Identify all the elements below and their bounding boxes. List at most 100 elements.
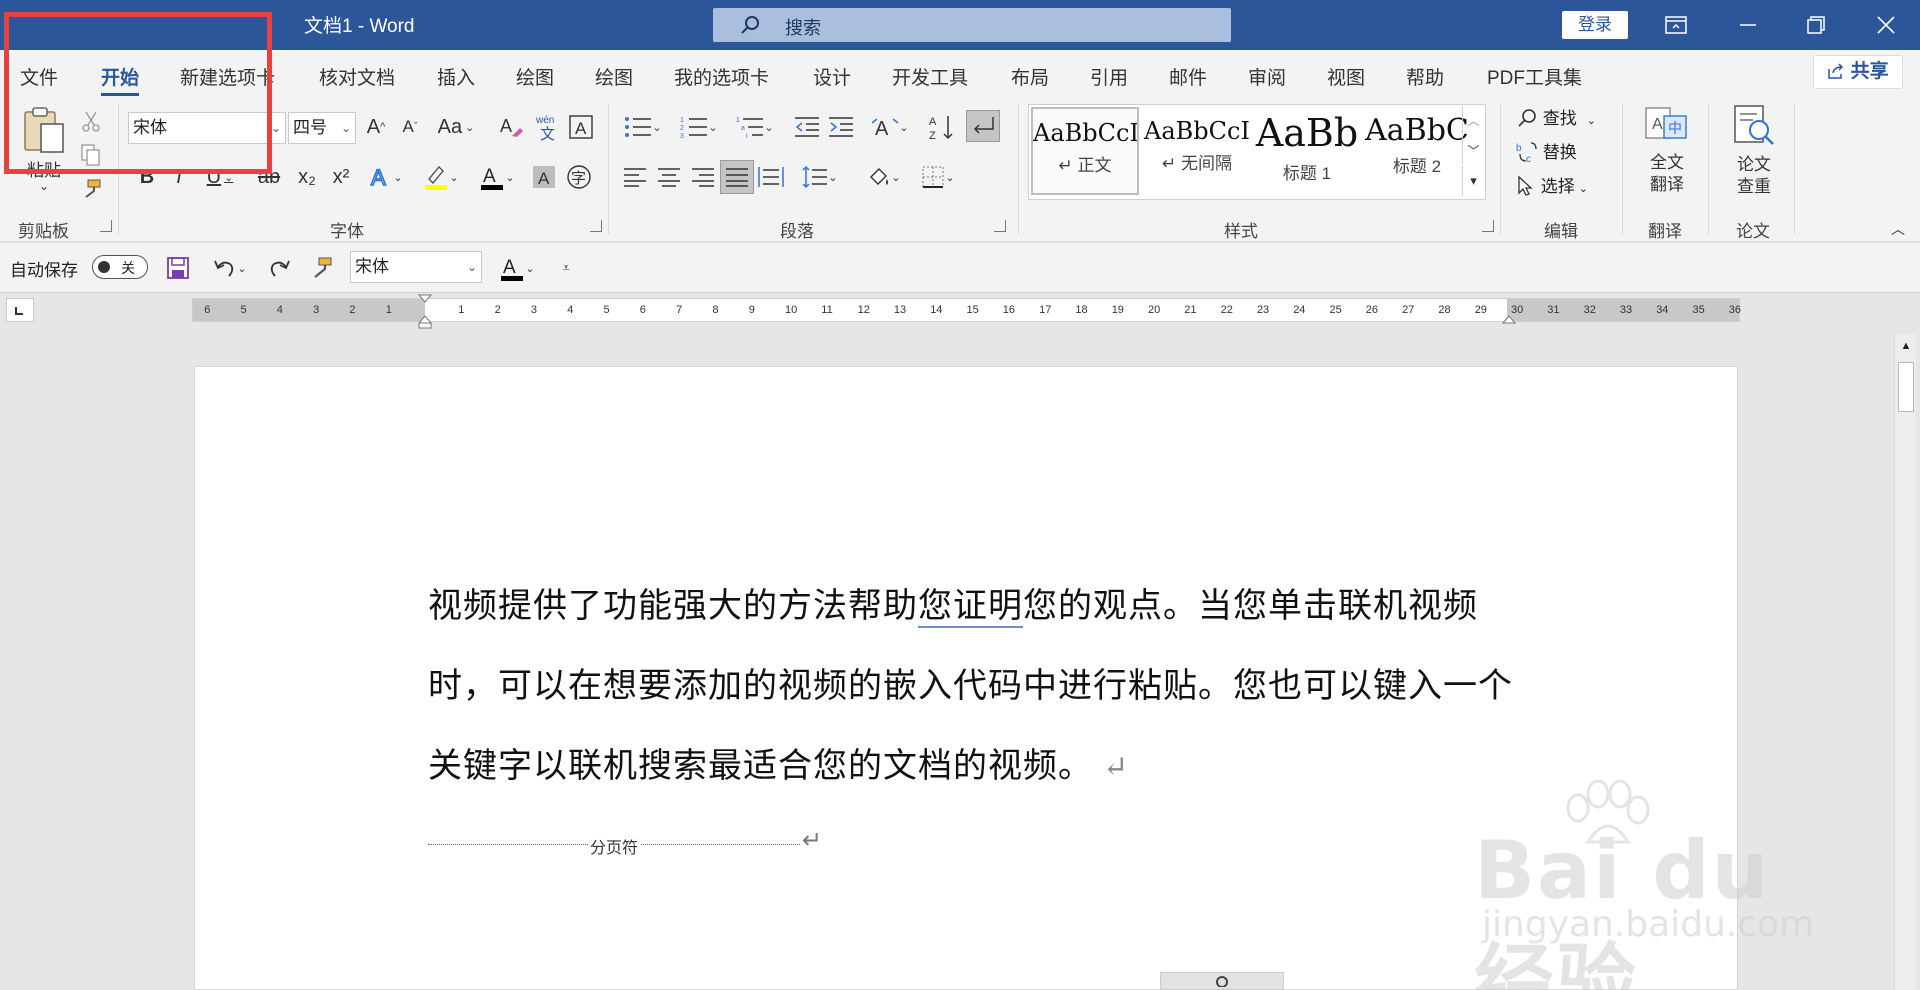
clear-formatting-button[interactable]: A [496, 112, 526, 142]
editing-group-label: 编辑 [1544, 222, 1578, 241]
find-button[interactable]: 查找 ⌄ [1516, 104, 1616, 132]
indent-markers-icon[interactable] [417, 293, 433, 329]
horizontal-ruler[interactable]: 6 5 4 3 2 1 1 2 3 4 5 6 7 8 9 10 11 12 13 14 15 16 17 18 19 20 21 2… [192, 294, 1742, 329]
tab-help[interactable]: 帮助 [1406, 63, 1444, 90]
replace-button[interactable]: bc 替换 [1516, 138, 1616, 166]
tab-draw[interactable]: 绘图 [516, 63, 554, 90]
document-paragraph[interactable]: 视频提供了功能强大的方法帮助您证明您的观点。当您单击联机视频时，可以在想要添加的… [428, 566, 1518, 808]
ribbon-display-options-button[interactable] [1642, 0, 1710, 50]
tab-mailings[interactable]: 邮件 [1169, 63, 1207, 90]
undo-button[interactable]: ⌄ [206, 253, 254, 283]
tab-my-tab[interactable]: 我的选项卡 [674, 63, 769, 90]
distributed-icon [758, 167, 784, 187]
styles-more-icon[interactable]: ▾ [1462, 166, 1484, 196]
paragraph-launcher-icon[interactable] [994, 220, 1006, 232]
tab-draw-2[interactable]: 绘图 [595, 63, 633, 90]
font-color-button[interactable]: A ⌄ [474, 162, 520, 192]
font-size-combo[interactable]: 四号 ⌄ [288, 112, 356, 144]
styles-scroll-down-icon[interactable]: ﹀ [1462, 136, 1484, 164]
bullets-button[interactable]: ⌄ [618, 112, 668, 142]
tab-layout[interactable]: 布局 [1011, 63, 1049, 90]
select-button[interactable]: 选择 ⌄ [1516, 172, 1616, 200]
qat-font-combo[interactable]: 宋体 ⌄ [350, 251, 482, 283]
chinese-layout-button[interactable]: A ⌄ [866, 112, 914, 142]
format-painter-button[interactable] [78, 176, 104, 202]
tab-selector[interactable] [6, 298, 34, 322]
ruler-number: 36 [1728, 304, 1742, 316]
clipboard-launcher-icon[interactable] [100, 220, 112, 232]
style-no-spacing[interactable]: AaBbCcI ↵ 无间隔 [1143, 107, 1251, 195]
qat-font-color-button[interactable]: A ⌄ [494, 253, 540, 283]
styles-scroll-up-icon[interactable]: ︿ [1462, 106, 1484, 134]
paragraph-text-1: 视频提供了功能强大的方法帮助 [428, 586, 918, 626]
subscript-button[interactable]: x₂ [292, 162, 322, 192]
increase-indent-button[interactable] [826, 112, 856, 142]
right-indent-marker-icon[interactable] [1501, 311, 1517, 325]
left-tab-icon [15, 307, 23, 315]
ruler-number: 2 [494, 304, 501, 316]
restore-button[interactable] [1782, 0, 1850, 50]
floating-toolbar-peek[interactable] [1160, 972, 1284, 990]
vertical-scrollbar[interactable]: ▲ [1894, 334, 1916, 990]
styles-launcher-icon[interactable] [1482, 220, 1494, 232]
tab-developer[interactable]: 开发工具 [892, 63, 968, 90]
tab-insert[interactable]: 插入 [437, 63, 475, 90]
tab-design[interactable]: 设计 [813, 63, 851, 90]
autosave-toggle[interactable]: 关 [92, 255, 148, 279]
font-launcher-icon[interactable] [590, 220, 602, 232]
tab-review-document[interactable]: 核对文档 [319, 63, 395, 90]
borders-icon [922, 166, 944, 188]
login-button[interactable]: 登录 [1562, 11, 1628, 39]
collapse-ribbon-chevron-up-icon[interactable]: ︿ [1886, 220, 1910, 238]
close-button[interactable] [1852, 0, 1920, 50]
justify-button[interactable] [720, 160, 754, 194]
tab-pdf-tools[interactable]: PDF工具集 [1487, 63, 1582, 90]
svg-text:A: A [483, 166, 496, 187]
multilevel-list-button[interactable]: 1 a i ⌄ [730, 112, 780, 142]
align-right-button[interactable] [688, 162, 718, 192]
tab-view[interactable]: 视图 [1327, 63, 1365, 90]
tab-references[interactable]: 引用 [1090, 63, 1128, 90]
highlight-color-button[interactable]: ⌄ [418, 162, 464, 192]
decrease-indent-button[interactable] [792, 112, 822, 142]
customize-qat-icon[interactable]: ⩡ [554, 253, 578, 283]
shading-button[interactable]: ⌄ [860, 162, 908, 192]
shrink-font-button[interactable]: Aˇ [396, 112, 424, 142]
cursor-arrow-icon [1518, 175, 1533, 196]
save-button[interactable] [164, 253, 192, 283]
paste-options-chevron-icon[interactable]: ⌄ [36, 176, 52, 196]
minimize-button[interactable] [1714, 0, 1782, 50]
distributed-button[interactable] [756, 162, 786, 192]
line-spacing-button[interactable]: ⌄ [796, 162, 844, 192]
paper-check-button[interactable]: 论文 查重 [1722, 104, 1786, 198]
align-left-button[interactable] [620, 162, 650, 192]
align-center-button[interactable] [654, 162, 684, 192]
grow-font-button[interactable]: A ^ [362, 112, 390, 142]
format-painter-qat-button[interactable] [306, 253, 336, 283]
phonetic-guide-button[interactable]: wén 文 [532, 112, 562, 142]
tab-review[interactable]: 审阅 [1248, 63, 1286, 90]
character-shading-button[interactable]: A [530, 162, 558, 192]
search-box[interactable]: 搜索 [713, 8, 1231, 42]
change-case-button[interactable]: Aa ⌄ [434, 112, 478, 142]
style-heading-2[interactable]: AaBbC 标题 2 [1363, 107, 1471, 195]
ruler-number: 25 [1329, 304, 1342, 316]
superscript-button[interactable]: x² [326, 162, 356, 192]
borders-button[interactable]: ⌄ [914, 162, 962, 192]
sort-button[interactable]: AZ [926, 112, 958, 142]
full-text-translate-button[interactable]: A中 全文 翻译 [1636, 104, 1698, 196]
enclose-characters-button[interactable]: 字 [564, 162, 594, 192]
minimize-icon [1740, 24, 1756, 26]
show-formatting-marks-button[interactable] [966, 110, 1000, 142]
redo-button[interactable] [264, 253, 294, 283]
character-border-button[interactable]: A [566, 112, 596, 142]
highlight-annotation-box [4, 12, 272, 174]
style-normal-sample: AaBbCcI [1033, 119, 1137, 147]
share-button[interactable]: 共享 [1813, 55, 1903, 89]
style-normal[interactable]: AaBbCcI ↵ 正文 [1031, 107, 1139, 195]
numbering-button[interactable]: 1 2 3 ⌄ [674, 112, 724, 142]
text-effects-button[interactable]: A ⌄ [364, 162, 408, 192]
scrollbar-thumb[interactable] [1898, 362, 1914, 412]
scroll-up-icon[interactable]: ▲ [1895, 334, 1917, 358]
style-heading-1[interactable]: AaBb 标题 1 [1253, 107, 1361, 195]
